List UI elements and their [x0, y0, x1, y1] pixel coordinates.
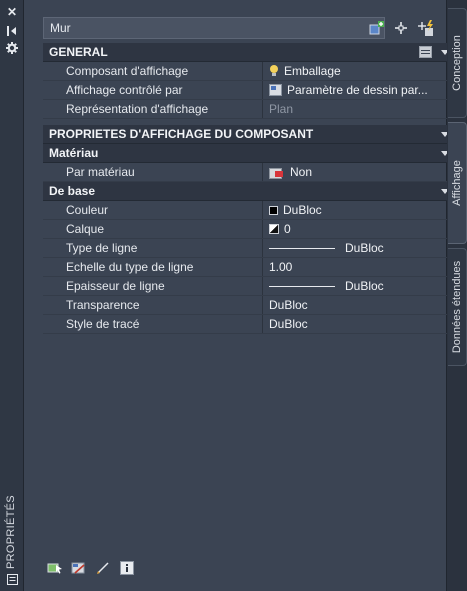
- property-value-text: Emballage: [284, 64, 341, 78]
- property-value[interactable]: Emballage: [263, 62, 457, 80]
- property-grid: GENERAL Composant d'affichage Emballage …: [43, 43, 457, 334]
- property-row[interactable]: Calque 0: [43, 220, 457, 239]
- property-value-text: DuBloc: [345, 279, 384, 293]
- property-value[interactable]: DuBloc: [263, 315, 457, 333]
- edit-style-icon[interactable]: [95, 560, 111, 576]
- property-label: Calque: [43, 220, 263, 238]
- select-objects-icon[interactable]: [392, 19, 410, 37]
- property-value-text: DuBloc: [269, 298, 308, 312]
- property-label: Composant d'affichage: [43, 62, 263, 80]
- property-row[interactable]: Par matériau Non: [43, 163, 457, 182]
- property-value[interactable]: DuBloc: [263, 277, 457, 295]
- tab-conception[interactable]: Conception: [448, 8, 467, 118]
- lineweight-sample: [269, 285, 335, 287]
- property-row[interactable]: Représentation d'affichage Plan: [43, 100, 457, 119]
- palette-titlebar: ✕ PROPRIÉTÉS: [0, 0, 24, 591]
- quick-select-icon[interactable]: [416, 19, 434, 37]
- properties-panel: Mur GENERAL Composant d'affichage Emball…: [25, 0, 457, 591]
- palette-title: PROPRIÉTÉS: [4, 479, 20, 569]
- section-component-display[interactable]: PROPRIETES D'AFFICHAGE DU COMPOSANT: [43, 125, 457, 144]
- section-title: De base: [49, 184, 96, 198]
- material-icon: [269, 166, 285, 179]
- section-general[interactable]: GENERAL: [43, 43, 457, 62]
- property-value[interactable]: 0: [263, 220, 457, 238]
- tab-label: Données étendues: [451, 260, 463, 354]
- property-value[interactable]: Paramètre de dessin par...: [263, 81, 457, 99]
- settings-icon[interactable]: [5, 41, 19, 55]
- property-label: Affichage contrôlé par: [43, 81, 263, 99]
- property-value-text: Plan: [269, 102, 294, 116]
- section-title: Matériau: [49, 146, 99, 160]
- layer-icon: [269, 224, 279, 234]
- property-row[interactable]: Composant d'affichage Emballage: [43, 62, 457, 81]
- tab-label: Conception: [451, 35, 463, 91]
- property-value[interactable]: DuBloc: [263, 296, 457, 314]
- drawing-settings-icon: [269, 84, 282, 96]
- property-label: Transparence: [43, 296, 263, 314]
- property-value[interactable]: 1.00: [263, 258, 457, 276]
- tab-donnees-etendues[interactable]: Données étendues: [448, 248, 467, 366]
- section-title: GENERAL: [49, 45, 108, 59]
- property-label: Epaisseur de ligne: [43, 277, 263, 295]
- property-value-text: 1.00: [269, 260, 293, 274]
- section-title: PROPRIETES D'AFFICHAGE DU COMPOSANT: [49, 127, 314, 141]
- property-value-text: Paramètre de dessin par...: [287, 83, 428, 97]
- quick-properties-icon[interactable]: [419, 46, 432, 58]
- color-swatch-icon: [269, 205, 278, 215]
- tab-label: Affichage: [451, 160, 463, 206]
- autohide-icon[interactable]: [5, 24, 19, 38]
- select-display-icon[interactable]: [71, 560, 87, 576]
- property-value-text: DuBloc: [269, 317, 308, 331]
- property-value-text: 0: [284, 222, 291, 236]
- property-row[interactable]: Style de tracé DuBloc: [43, 315, 457, 334]
- property-row[interactable]: Transparence DuBloc: [43, 296, 457, 315]
- select-object-icon[interactable]: [47, 560, 63, 576]
- add-selected-icon[interactable]: [368, 19, 386, 37]
- property-row[interactable]: Type de ligne DuBloc: [43, 239, 457, 258]
- property-row[interactable]: Epaisseur de ligne DuBloc: [43, 277, 457, 296]
- property-row[interactable]: Echelle du type de ligne 1.00: [43, 258, 457, 277]
- object-type-dropdown[interactable]: Mur: [43, 17, 385, 39]
- property-value-text: DuBloc: [283, 203, 322, 217]
- close-icon[interactable]: ✕: [5, 5, 19, 19]
- property-value[interactable]: DuBloc: [263, 201, 457, 219]
- property-row[interactable]: Affichage contrôlé par Paramètre de dess…: [43, 81, 457, 100]
- property-value[interactable]: DuBloc: [263, 239, 457, 257]
- info-icon[interactable]: [119, 560, 135, 576]
- property-row[interactable]: Couleur DuBloc: [43, 201, 457, 220]
- property-label: Couleur: [43, 201, 263, 219]
- property-value[interactable]: Non: [263, 163, 457, 181]
- object-type-value: Mur: [50, 21, 71, 35]
- property-value-text: Non: [290, 165, 313, 179]
- bulb-icon: [269, 65, 279, 77]
- property-label: Style de tracé: [43, 315, 263, 333]
- property-label: Par matériau: [43, 163, 263, 181]
- section-material[interactable]: Matériau: [43, 144, 457, 163]
- palette-tabs: Conception Affichage Données étendues: [447, 0, 467, 591]
- palette-title-text: PROPRIÉTÉS: [5, 495, 17, 569]
- property-value-text: DuBloc: [345, 241, 384, 255]
- property-label: Echelle du type de ligne: [43, 258, 263, 276]
- properties-icon[interactable]: [5, 572, 19, 586]
- tab-affichage[interactable]: Affichage: [448, 122, 467, 244]
- property-label: Type de ligne: [43, 239, 263, 257]
- section-base[interactable]: De base: [43, 182, 457, 201]
- linetype-sample: [269, 247, 335, 249]
- property-label: Représentation d'affichage: [43, 100, 263, 118]
- property-value: Plan: [263, 100, 457, 118]
